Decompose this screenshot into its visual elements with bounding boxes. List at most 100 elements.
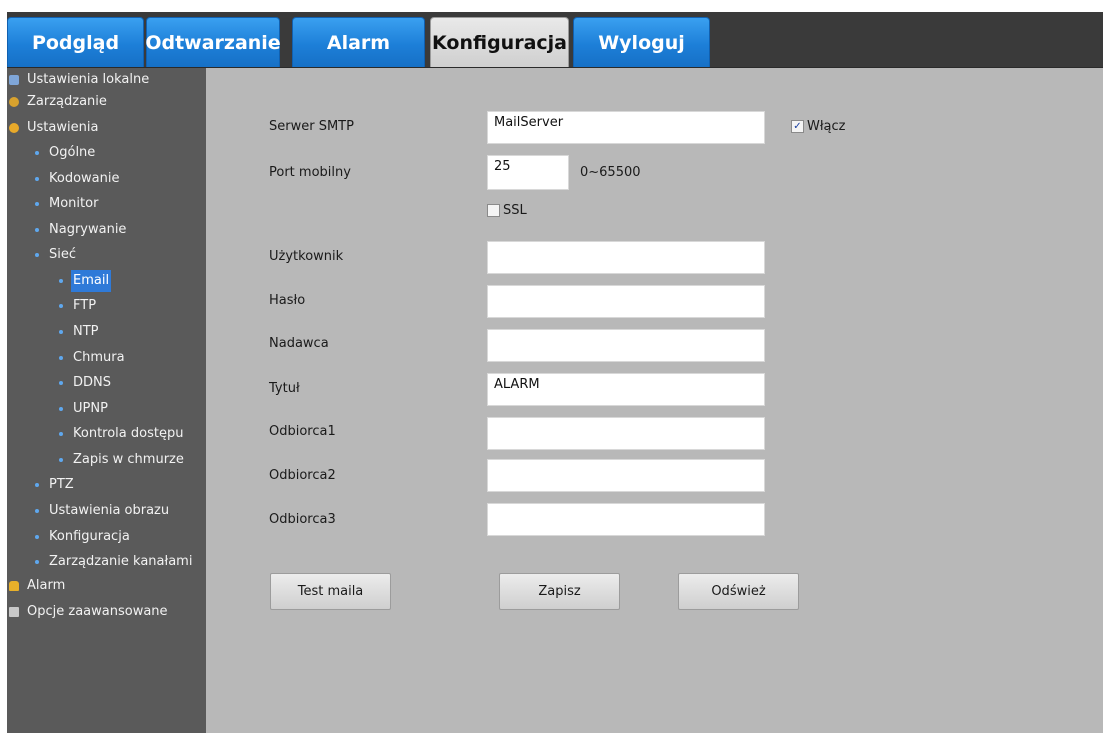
sidebar-item-label: NTP [73,324,99,339]
smtp-server-label: Serwer SMTP [269,119,354,134]
sidebar-item-cloud[interactable]: Chmura [59,347,127,369]
sidebar-item-channel-management[interactable]: Zarządzanie kanałami [35,551,194,573]
sidebar-item-label: Email [71,270,112,292]
bell-icon [9,581,19,591]
sidebar-item-label: Chmura [73,350,125,365]
port-label: Port mobilny [269,165,351,180]
email-config-panel: Serwer SMTP MailServer ✓ Włącz Port mobi… [206,68,1103,733]
tab-alarm[interactable]: Alarm [292,17,425,67]
sidebar-item-alarm[interactable]: Alarm [9,575,67,597]
sidebar-item-label: Kontrola dostępu [73,426,184,441]
port-range-hint: 0~65500 [580,165,641,180]
bullet-icon [59,279,63,283]
enable-checkbox[interactable]: ✓ Włącz [791,119,846,134]
smtp-server-input[interactable]: MailServer [487,111,765,144]
port-input[interactable]: 25 [487,155,569,190]
user-input[interactable] [487,241,765,274]
bullet-icon [35,509,39,513]
sidebar-item-email[interactable]: Email [59,270,112,292]
bullet-icon [59,432,63,436]
checkbox-unchecked-icon [487,204,500,217]
sidebar-item-label: Ustawienia lokalne [27,72,150,87]
sidebar-item-settings[interactable]: Ustawienia [9,117,100,139]
sidebar-tree: Ustawienia lokalne Zarządzanie Ustawieni… [7,68,206,733]
sidebar-item-network[interactable]: Sieć [35,244,78,266]
sidebar-item-label: Opcje zaawansowane [27,604,168,619]
tab-configuration[interactable]: Konfiguracja [430,17,569,67]
checkbox-checked-icon: ✓ [791,120,804,133]
password-label: Hasło [269,293,306,308]
sidebar-item-label: FTP [73,298,97,313]
bullet-icon [59,330,63,334]
sidebar-item-management[interactable]: Zarządzanie [9,91,109,113]
ssl-checkbox[interactable]: SSL [487,203,527,218]
recipient1-label: Odbiorca1 [269,424,336,439]
bullet-icon [35,151,39,155]
recipient2-input[interactable] [487,459,765,492]
sidebar-item-encoding[interactable]: Kodowanie [35,168,121,190]
recipient2-label: Odbiorca2 [269,468,336,483]
bullet-icon [59,458,63,462]
bullet-icon [35,560,39,564]
sidebar-item-label: PTZ [49,477,74,492]
bullet-icon [35,483,39,487]
bullet-icon [35,253,39,257]
ssl-label: SSL [503,203,527,218]
bullet-icon [35,177,39,181]
sidebar-item-label: DDNS [73,375,111,390]
tab-logout[interactable]: Wyloguj [573,17,710,67]
user-label: Użytkownik [269,249,344,264]
bullet-icon [35,202,39,206]
refresh-button[interactable]: Odśwież [678,573,799,610]
bullet-icon [59,381,63,385]
tab-preview[interactable]: Podgląd [7,17,144,67]
sidebar-item-cloud-record[interactable]: Zapis w chmurze [59,449,186,471]
sidebar-item-image-settings[interactable]: Ustawienia obrazu [35,500,171,522]
bullet-icon [59,407,63,411]
sidebar-item-label: Zarządzanie kanałami [49,554,193,569]
sidebar-item-ftp[interactable]: FTP [59,295,98,317]
test-mail-button[interactable]: Test maila [270,573,391,610]
sidebar-item-ntp[interactable]: NTP [59,321,101,343]
sidebar-item-label: Zapis w chmurze [73,452,184,467]
sidebar-item-label: Ustawienia [27,120,99,135]
sidebar-item-access-control[interactable]: Kontrola dostępu [59,423,185,445]
sidebar-item-upnp[interactable]: UPNP [59,398,110,420]
enable-label: Włącz [807,119,846,134]
sender-input[interactable] [487,329,765,362]
bullet-icon [59,356,63,360]
sidebar-item-ddns[interactable]: DDNS [59,372,113,394]
title-input[interactable]: ALARM [487,373,765,406]
sidebar-item-monitor[interactable]: Monitor [35,193,100,215]
gear-icon [9,123,19,133]
recipient3-input[interactable] [487,503,765,536]
app-window: Podgląd Odtwarzanie Alarm Konfiguracja W… [7,12,1103,733]
sidebar-item-recording[interactable]: Nagrywanie [35,219,128,241]
sidebar-item-label: Ustawienia obrazu [49,503,170,518]
sidebar-item-label: Zarządzanie [27,94,107,109]
top-tab-bar: Podgląd Odtwarzanie Alarm Konfiguracja W… [7,12,1103,68]
save-button[interactable]: Zapisz [499,573,620,610]
recipient1-input[interactable] [487,417,765,450]
sidebar-item-advanced[interactable]: Opcje zaawansowane [9,601,170,623]
bullet-icon [59,304,63,308]
recipient3-label: Odbiorca3 [269,512,336,527]
tools-icon [9,607,19,617]
bullet-icon [35,228,39,232]
bullet-icon [35,535,39,539]
sidebar-item-ptz[interactable]: PTZ [35,474,76,496]
tab-playback[interactable]: Odtwarzanie [145,17,281,67]
sidebar-item-label: Monitor [49,196,99,211]
sidebar-item-configuration[interactable]: Konfiguracja [35,526,132,548]
sidebar-item-general[interactable]: Ogólne [35,142,97,164]
sidebar-item-label: Alarm [27,578,66,593]
sidebar-item-local-settings[interactable]: Ustawienia lokalne [9,69,151,91]
title-label: Tytuł [269,381,300,396]
sidebar-item-label: Konfiguracja [49,529,130,544]
sidebar-item-label: Nagrywanie [49,222,127,237]
sidebar-item-label: Ogólne [49,145,96,160]
management-icon [9,97,19,107]
password-input[interactable] [487,285,765,318]
sender-label: Nadawca [269,336,329,351]
sidebar-item-label: UPNP [73,401,108,416]
